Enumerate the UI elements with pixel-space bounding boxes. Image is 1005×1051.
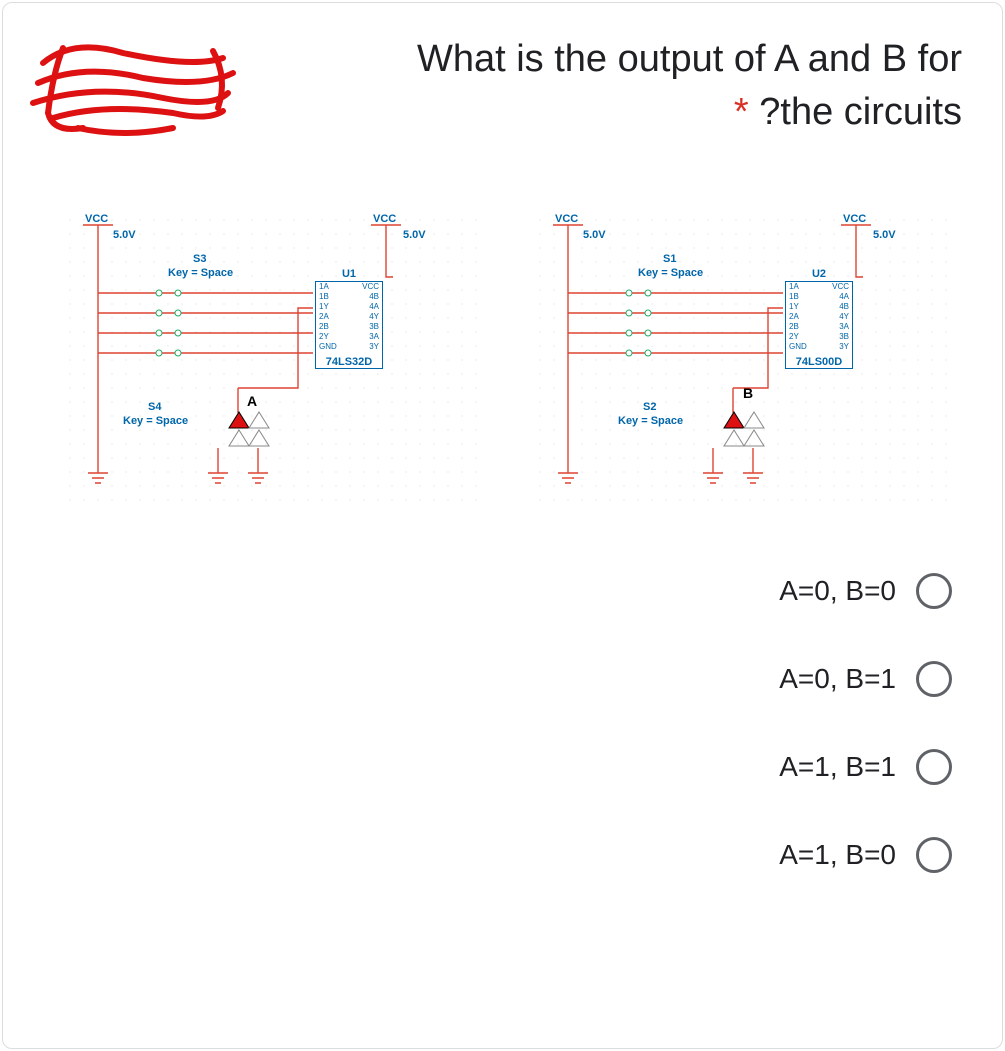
radio-icon [916, 749, 952, 785]
switch-key: Key = Space [638, 267, 703, 279]
chip-pins-left: 1A 1B 1Y 2A 2B 2Y GND [319, 282, 337, 352]
probe-a-outline [245, 408, 273, 457]
ic-chip-u1: U1 1A 1B 1Y 2A 2B 2Y GND VCC 4B 4A [315, 281, 383, 369]
circuit-b: VCC 5.0V VCC 5.0V S1 Key = Space S2 Key … [533, 213, 953, 513]
question-card: What is the output of A and B for * ?the… [2, 2, 1003, 1049]
circuit-diagram-area: VCC 5.0V VCC 5.0V S3 Key = Space S4 Key … [63, 213, 942, 533]
radio-icon [916, 573, 952, 609]
vcc-label: VCC [555, 213, 578, 225]
output-label-b: B [743, 385, 753, 401]
chip-pins-right: VCC 4A 4B 4Y 3A 3B 3Y [832, 282, 849, 352]
vcc-label: VCC [85, 213, 108, 225]
chip-part-number: 74LS00D [786, 356, 852, 368]
answer-options: A=0, B=0 A=0, B=1 A=1, B=1 A=1, B=0 [3, 573, 1002, 873]
scribble-annotation [23, 33, 243, 143]
vcc-label: VCC [373, 213, 396, 225]
option-3[interactable]: A=1, B=0 [779, 837, 952, 873]
question-text: What is the output of A and B for * ?the… [243, 33, 962, 139]
question-header: What is the output of A and B for * ?the… [3, 3, 1002, 153]
question-line1: What is the output of A and B for [417, 38, 962, 80]
chip-title: U1 [316, 268, 382, 280]
circuit-wires [63, 213, 483, 513]
radio-icon [916, 837, 952, 873]
switch-name: S4 [148, 401, 161, 413]
question-line2: ?the circuits [759, 91, 962, 133]
option-label: A=1, B=0 [779, 839, 896, 871]
switch-name: S3 [193, 253, 206, 265]
switch-key: Key = Space [618, 415, 683, 427]
switch-key: Key = Space [123, 415, 188, 427]
switch-name: S2 [643, 401, 656, 413]
switch-name: S1 [663, 253, 676, 265]
chip-pins-right: VCC 4B 4A 4Y 3B 3A 3Y [362, 282, 379, 352]
radio-icon [916, 661, 952, 697]
probe-b-outline [740, 408, 768, 457]
option-label: A=0, B=0 [779, 575, 896, 607]
vcc-voltage: 5.0V [583, 229, 606, 241]
option-1[interactable]: A=0, B=1 [779, 661, 952, 697]
circuit-a: VCC 5.0V VCC 5.0V S3 Key = Space S4 Key … [63, 213, 483, 513]
chip-title: U2 [786, 268, 852, 280]
option-2[interactable]: A=1, B=1 [779, 749, 952, 785]
required-asterisk: * [734, 91, 749, 133]
output-label-a: A [247, 393, 257, 409]
ic-chip-u2: U2 1A 1B 1Y 2A 2B 2Y GND VCC 4A 4B [785, 281, 853, 369]
vcc-label: VCC [843, 213, 866, 225]
option-label: A=0, B=1 [779, 663, 896, 695]
chip-pins-left: 1A 1B 1Y 2A 2B 2Y GND [789, 282, 807, 352]
circuit-wires [533, 213, 953, 513]
switch-key: Key = Space [168, 267, 233, 279]
vcc-voltage: 5.0V [113, 229, 136, 241]
chip-part-number: 74LS32D [316, 356, 382, 368]
option-label: A=1, B=1 [779, 751, 896, 783]
vcc-voltage: 5.0V [873, 229, 896, 241]
option-0[interactable]: A=0, B=0 [779, 573, 952, 609]
vcc-voltage: 5.0V [403, 229, 426, 241]
